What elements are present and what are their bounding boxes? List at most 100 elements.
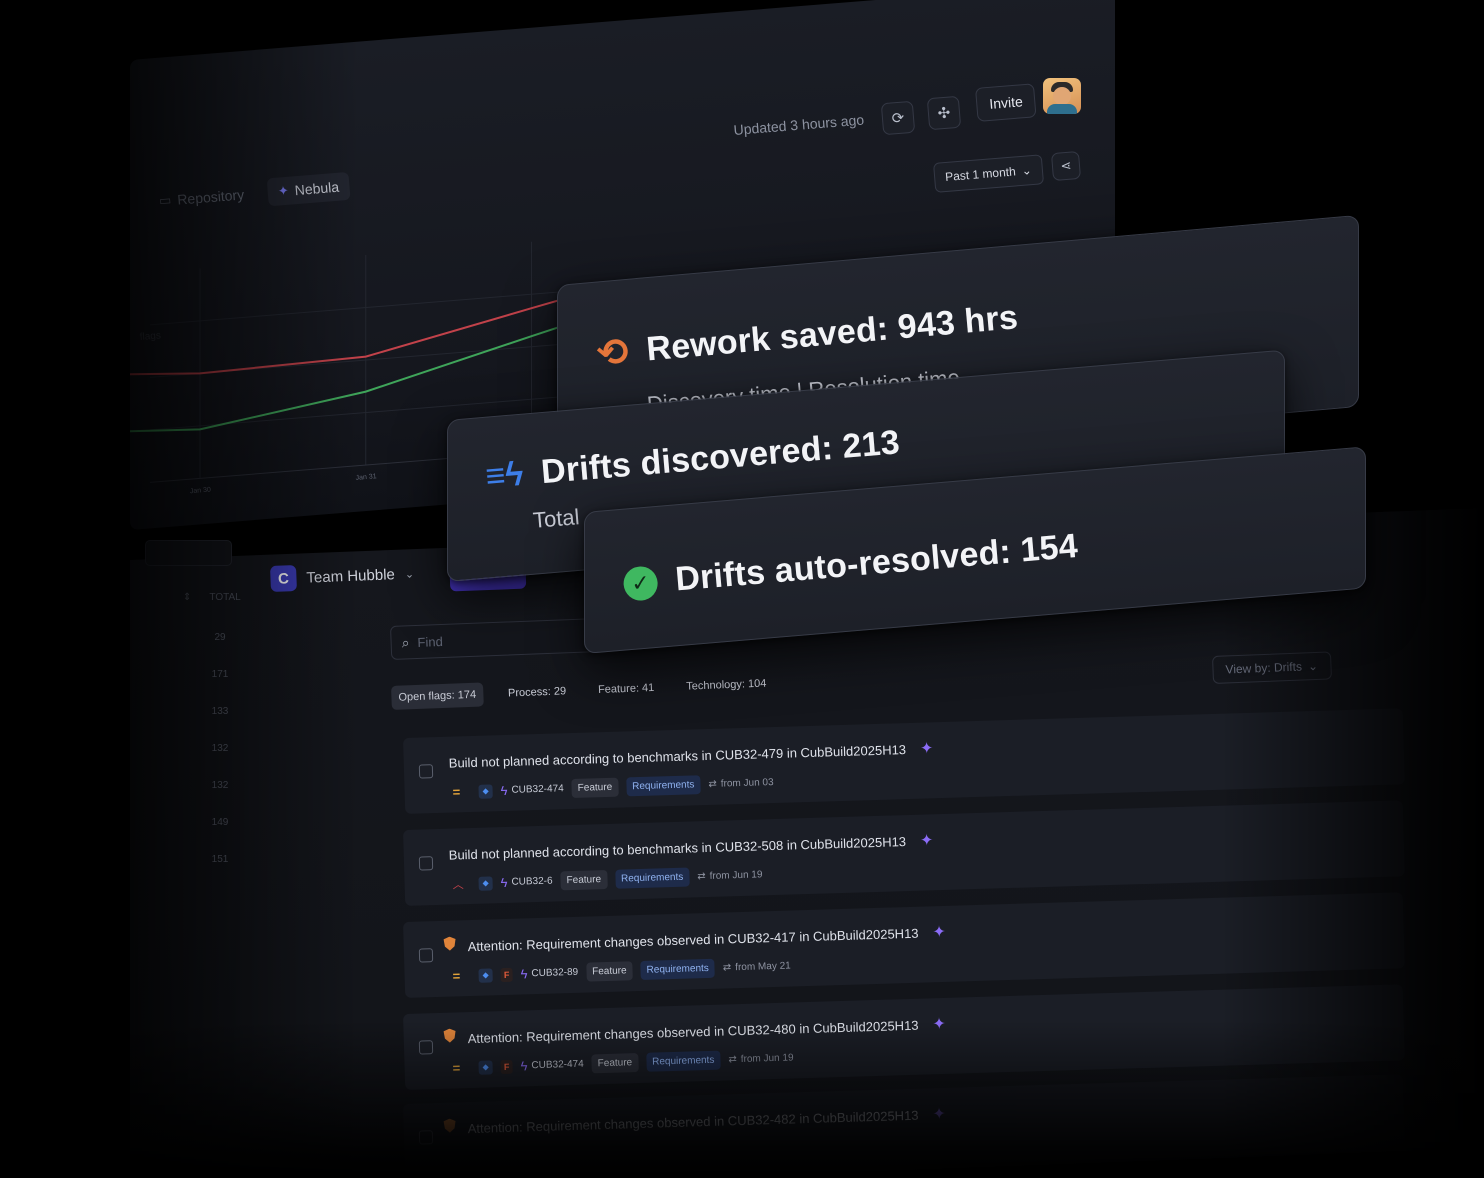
share-button[interactable]: ⋖ xyxy=(1050,150,1082,182)
since-label: ⇄ from May 21 xyxy=(723,961,791,974)
team-name: Team Hubble xyxy=(306,565,396,587)
find-placeholder: Find xyxy=(417,633,444,650)
app-stage: Updated 3 hours ago ⟳ ✣ Invite Past 1 mo… xyxy=(0,0,1484,1178)
repeat-icon: ⇄ xyxy=(708,778,717,790)
sparkle-icon[interactable]: ✦ xyxy=(932,1014,946,1034)
category-chip: Requirements xyxy=(614,867,690,889)
shield-warning-icon xyxy=(443,936,455,950)
drift-meta: ︿ ◆ ϟ CUB32-6 Feature Requirements ⇄ from … xyxy=(452,865,763,893)
total-value: 29 xyxy=(214,632,226,643)
jira-icon[interactable]: ◆ xyxy=(478,1059,493,1075)
sparkle-icon[interactable]: ✦ xyxy=(920,830,934,850)
repeat-icon: ⇄ xyxy=(722,962,732,974)
since-label: ⇄ from Jun 19 xyxy=(728,1052,794,1065)
row-checkbox[interactable] xyxy=(418,856,434,871)
total-value: 132 xyxy=(211,743,229,754)
invite-button[interactable]: Invite xyxy=(975,83,1038,122)
total-value: 132 xyxy=(211,780,229,791)
since-label: ⇄ from Jun 19 xyxy=(697,869,763,882)
filter-feature[interactable]: Feature: 41 xyxy=(591,676,662,703)
row-checkbox[interactable] xyxy=(418,948,434,963)
drift-meta: = ◆ F ϟ CUB32-474 Feature Requirements ⇄ f… xyxy=(452,1048,794,1077)
sparkle-icon: ✦ xyxy=(277,182,290,199)
since-text: from Jun 03 xyxy=(720,777,774,790)
series-line-0 xyxy=(130,290,590,376)
drift-title-line: Build not planned according to benchmark… xyxy=(448,830,934,864)
bolt-icon: ϟ xyxy=(520,1058,528,1074)
total-value: 149 xyxy=(211,817,229,828)
ticket-link[interactable]: ϟ CUB32-89 xyxy=(520,965,578,981)
shield-warning-icon xyxy=(443,1118,455,1132)
ticket-link[interactable]: ϟ CUB32-474 xyxy=(520,1057,584,1074)
row-checkbox[interactable] xyxy=(418,764,434,779)
repeat-icon: ⇄ xyxy=(697,871,706,883)
since-text: from Jun 19 xyxy=(740,1052,794,1065)
since-text: from Jun 19 xyxy=(709,869,763,882)
avatar[interactable] xyxy=(1043,78,1081,114)
priority-medium-icon: = xyxy=(452,1060,461,1076)
type-chip: Feature xyxy=(560,869,608,891)
drifts-discovered-subtitle: Total xyxy=(532,504,581,533)
drift-meta: = ◆ ϟ CUB32-474 Feature Requirements ⇄ fro… xyxy=(452,773,774,802)
figma-icon[interactable]: F xyxy=(500,1059,513,1074)
view-by-select[interactable]: View by: Drifts ⌄ xyxy=(1212,651,1332,684)
total-value: 171 xyxy=(211,669,229,680)
x-tick-label: Jan 31 xyxy=(355,473,377,482)
refresh-button[interactable]: ⟳ xyxy=(880,100,916,136)
drift-title: Build not planned according to benchmark… xyxy=(448,833,907,863)
tab-label: Nebula xyxy=(294,178,340,199)
sort-icon[interactable]: ⇕ xyxy=(183,592,191,603)
table-search-input[interactable] xyxy=(145,540,232,566)
team-selector[interactable]: C Team Hubble ⌄ xyxy=(270,560,415,592)
ticket-link[interactable]: ϟ CUB32-474 xyxy=(500,781,564,798)
total-column-header: TOTAL xyxy=(209,592,241,603)
view-by-label: View by: Drifts xyxy=(1225,659,1303,677)
chevron-down-icon: ⌄ xyxy=(1021,163,1033,178)
priority-medium-icon: = xyxy=(452,784,461,800)
bolt-icon: ϟ xyxy=(500,782,508,799)
figma-icon[interactable]: F xyxy=(500,967,513,982)
row-checkbox[interactable] xyxy=(418,1130,434,1145)
sync-icon: ⟲ xyxy=(595,331,631,376)
filter-technology[interactable]: Technology: 104 xyxy=(679,671,774,699)
chevron-down-icon: ⌄ xyxy=(404,567,415,581)
jira-icon[interactable]: ◆ xyxy=(478,783,493,799)
refresh-icon: ⟳ xyxy=(891,109,905,128)
chevron-down-icon: ⌄ xyxy=(1307,658,1319,674)
jira-icon[interactable]: ◆ xyxy=(478,875,493,891)
priority-high-icon: ︿ xyxy=(452,878,464,892)
repeat-icon: ⇄ xyxy=(728,1054,737,1066)
shield-warning-icon xyxy=(443,1028,455,1042)
total-value: 133 xyxy=(211,706,229,717)
period-select-label: Past 1 month xyxy=(944,164,1017,185)
filter-open-flags[interactable]: Open flags: 174 xyxy=(391,682,484,710)
team-logo: C xyxy=(270,565,297,592)
type-chip: Feature xyxy=(571,777,619,799)
folder-icon: ▭ xyxy=(158,192,172,209)
bolt-icon: ϟ xyxy=(500,874,508,891)
sparkle-icon[interactable]: ✦ xyxy=(920,738,934,758)
search-icon: ⌕ xyxy=(401,633,410,651)
drift-title: Attention: Requirement changes observed … xyxy=(467,925,919,954)
drift-title: Attention: Requirement changes observed … xyxy=(467,1107,919,1136)
filter-process[interactable]: Process: 29 xyxy=(501,679,574,706)
ticket-id: CUB32-6 xyxy=(511,875,553,888)
total-value: 151 xyxy=(211,854,229,865)
drift-title-line: Attention: Requirement changes observed … xyxy=(467,1104,947,1138)
sparkle-icon[interactable]: ✦ xyxy=(932,922,946,942)
ticket-id: CUB32-474 xyxy=(531,1058,584,1072)
type-chip: Feature xyxy=(591,1053,639,1074)
drift-title-line: Build not planned according to benchmark… xyxy=(448,738,934,772)
puzzle-icon: ✣ xyxy=(937,104,951,123)
tab-label: Repository xyxy=(176,186,245,208)
ticket-link[interactable]: ϟ CUB32-6 xyxy=(500,874,553,891)
gridline xyxy=(149,289,590,326)
drift-title-line: Attention: Requirement changes observed … xyxy=(467,922,947,956)
type-chip: Feature xyxy=(585,961,633,982)
sparkle-icon[interactable]: ✦ xyxy=(932,1104,946,1124)
integrations-button[interactable]: ✣ xyxy=(926,95,962,131)
share-icon: ⋖ xyxy=(1059,157,1072,174)
check-circle-icon: ✓ xyxy=(622,564,659,602)
row-checkbox[interactable] xyxy=(418,1040,434,1055)
jira-icon[interactable]: ◆ xyxy=(478,967,493,983)
